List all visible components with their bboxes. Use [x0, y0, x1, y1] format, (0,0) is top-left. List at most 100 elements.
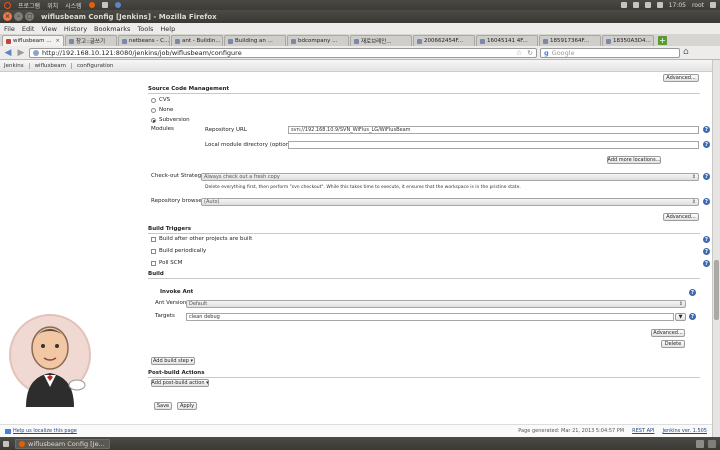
- page-scrollbar[interactable]: [712, 60, 720, 437]
- power-icon[interactable]: [710, 2, 716, 8]
- help-icon[interactable]: ?: [703, 173, 710, 180]
- show-desktop-icon[interactable]: [3, 440, 9, 447]
- window-maximize-button[interactable]: □: [25, 12, 34, 21]
- window-minimize-button[interactable]: –: [14, 12, 23, 21]
- checkout-strategy-value: Always check out a fresh copy: [204, 174, 280, 180]
- advanced-button-ant[interactable]: Advanced...: [651, 329, 685, 337]
- mail-launcher-icon[interactable]: [101, 2, 108, 8]
- browser-tab[interactable]: 200662454F...: [413, 35, 475, 46]
- repository-browser-select[interactable]: (Auto) ⇕: [201, 198, 699, 206]
- browser-tab[interactable]: 18350A3D4...: [602, 35, 654, 46]
- browser-tab[interactable]: 재로브레인...: [350, 35, 412, 46]
- scrollbar-thumb[interactable]: [714, 260, 719, 320]
- breadcrumb-jenkins[interactable]: Jenkins: [4, 62, 30, 69]
- help-icon[interactable]: ?: [703, 236, 710, 243]
- checkout-strategy-select[interactable]: Always check out a fresh copy ⇕: [201, 173, 699, 181]
- scm-radio-none[interactable]: [151, 108, 156, 113]
- mail-status-icon[interactable]: [656, 2, 663, 8]
- help-icon[interactable]: ?: [703, 126, 710, 133]
- browser-tab[interactable]: Building an ...: [224, 35, 286, 46]
- help-icon[interactable]: ?: [703, 248, 710, 255]
- window-titlebar[interactable]: × – □ wiflusbeam Config [Jenkins] - Mozi…: [0, 10, 720, 23]
- localize-link[interactable]: Help us localize this page: [13, 428, 77, 434]
- taskbar-firefox-window[interactable]: wiflusbeam Config [Je...: [15, 438, 110, 449]
- trash-icon[interactable]: [708, 439, 716, 448]
- repository-url-input[interactable]: svn://192.168.10.9/SVN_WiFlus_LG/WiFlusB…: [288, 126, 699, 134]
- tab-close-icon[interactable]: ×: [55, 38, 60, 44]
- apply-button[interactable]: Apply: [177, 402, 197, 410]
- menu-tools[interactable]: Tools: [137, 25, 153, 33]
- clock[interactable]: 17:05: [669, 2, 686, 9]
- menu-edit[interactable]: Edit: [22, 25, 35, 33]
- menu-view[interactable]: View: [41, 25, 56, 33]
- targets-expand-button[interactable]: ▼: [675, 313, 686, 321]
- dropdown-caret-icon: ⇕: [691, 199, 696, 205]
- help-icon[interactable]: ?: [689, 313, 696, 320]
- browser-tab[interactable]: bdcompany ...: [287, 35, 349, 46]
- system-menu-system[interactable]: 시스템: [65, 1, 82, 10]
- network-icon[interactable]: [632, 2, 639, 8]
- jenkins-version-link[interactable]: Jenkins ver. 1.505: [663, 428, 708, 434]
- help-icon[interactable]: ?: [689, 289, 696, 296]
- help-icon[interactable]: ?: [703, 198, 710, 205]
- browser-tab[interactable]: netbeans - C...: [118, 35, 170, 46]
- help-icon[interactable]: ?: [703, 141, 710, 148]
- trigger-after-other-projects-checkbox[interactable]: [151, 237, 156, 242]
- advanced-button-top[interactable]: Advanced...: [663, 74, 699, 82]
- browser-tab[interactable]: 16045141 4F...: [476, 35, 538, 46]
- ant-version-select[interactable]: Default ⇕: [186, 300, 686, 308]
- url-bar[interactable]: http://192.168.10.121:8080/jenkins/job/w…: [29, 47, 537, 58]
- system-menu-applications[interactable]: 프로그램: [18, 1, 40, 10]
- menu-history[interactable]: History: [64, 25, 87, 33]
- workspace-switcher-icon[interactable]: [696, 439, 704, 448]
- window-close-button[interactable]: ×: [3, 12, 12, 21]
- delete-build-step-button[interactable]: Delete: [661, 340, 685, 348]
- targets-input[interactable]: clean debug: [186, 313, 674, 321]
- menu-help[interactable]: Help: [160, 25, 175, 33]
- new-tab-button[interactable]: +: [658, 36, 667, 45]
- search-placeholder[interactable]: Google: [552, 49, 575, 57]
- system-top-panel: 프로그램 위치 시스템 17:05 root: [0, 0, 720, 10]
- url-text[interactable]: http://192.168.10.121:8080/jenkins/job/w…: [42, 49, 242, 57]
- advanced-button-scm[interactable]: Advanced...: [663, 213, 699, 221]
- breadcrumb-configuration[interactable]: configuration: [77, 63, 118, 69]
- keyboard-icon[interactable]: [620, 2, 627, 8]
- firefox-launcher-icon[interactable]: [88, 2, 95, 8]
- menu-bookmarks[interactable]: Bookmarks: [94, 25, 130, 33]
- volume-icon[interactable]: [644, 2, 651, 8]
- back-arrow-icon[interactable]: ◀: [3, 48, 13, 58]
- system-menu-places[interactable]: 위치: [47, 1, 58, 10]
- bookmark-star-icon[interactable]: ☆: [516, 49, 522, 57]
- site-identity-icon[interactable]: [33, 49, 39, 56]
- bottom-taskbar: wiflusbeam Config [Je...: [0, 437, 720, 450]
- local-module-dir-input[interactable]: [288, 141, 699, 149]
- google-search-icon[interactable]: g: [544, 49, 549, 57]
- browser-tab[interactable]: 185917364F...: [539, 35, 601, 46]
- add-build-step-button[interactable]: Add build step ▾: [151, 357, 195, 365]
- reload-icon[interactable]: ↻: [527, 49, 533, 57]
- rest-api-link[interactable]: REST API: [632, 428, 654, 434]
- add-post-build-action-button[interactable]: Add post-build action ▾: [151, 379, 209, 387]
- scm-radio-subversion[interactable]: [151, 118, 156, 123]
- search-bar[interactable]: g Google: [540, 47, 680, 58]
- localize-icon: [5, 428, 11, 434]
- ubuntu-logo-icon[interactable]: [4, 1, 11, 9]
- user-name[interactable]: root: [692, 2, 704, 9]
- forward-arrow-icon[interactable]: ▶: [16, 48, 26, 58]
- help-icon[interactable]: ?: [703, 260, 710, 267]
- browser-tab[interactable]: ant - Buildin...: [171, 35, 223, 46]
- help-launcher-icon[interactable]: [114, 2, 121, 8]
- menu-file[interactable]: File: [4, 25, 15, 33]
- trigger-periodically-checkbox[interactable]: [151, 249, 156, 254]
- browser-tab[interactable]: wiflusbeam ... ×: [2, 35, 64, 46]
- browser-tab[interactable]: 창고::글쓰기: [65, 35, 117, 46]
- post-build-section-title: Post-build Actions: [148, 370, 700, 378]
- breadcrumb-job[interactable]: wiflusbeam: [35, 62, 73, 69]
- save-button[interactable]: Save: [154, 402, 172, 410]
- tab-label: 200662454F...: [424, 38, 464, 44]
- home-icon[interactable]: ⌂: [683, 48, 692, 57]
- trigger-after-other-projects-label: Build after other projects are built: [159, 236, 253, 242]
- add-more-locations-button[interactable]: Add more locations...: [607, 156, 661, 164]
- scm-radio-cvs[interactable]: [151, 98, 156, 103]
- trigger-poll-scm-checkbox[interactable]: [151, 261, 156, 266]
